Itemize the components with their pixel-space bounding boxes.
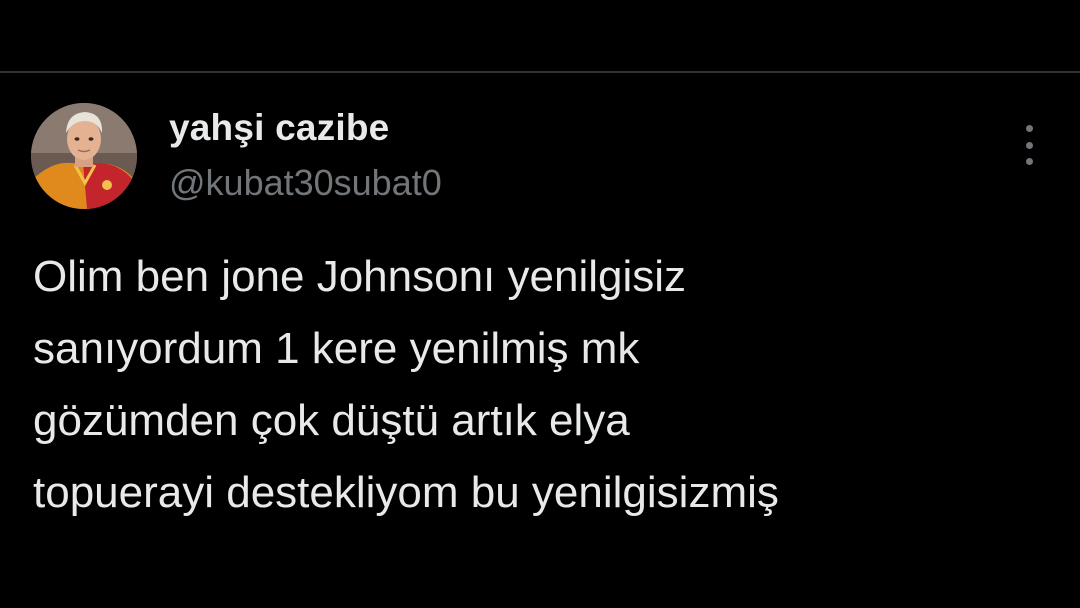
- tweet-text-line: Olim ben jone Johnsonı yenilgisiz: [33, 252, 687, 301]
- avatar[interactable]: [31, 103, 137, 209]
- display-name[interactable]: yahşi cazibe: [169, 107, 389, 149]
- tweet-text-line: topuerayi destekliyom bu yenilgisizmiş: [33, 468, 779, 517]
- tweet-text: Olim ben jone Johnsonı yenilgisiz sanıyo…: [33, 241, 1053, 529]
- user-handle[interactable]: @kubat30subat0: [169, 162, 442, 204]
- tweet-text-line: gözümden çok düştü artık elya: [33, 396, 630, 445]
- more-dot: [1025, 125, 1033, 132]
- tweet-text-line: sanıyordum 1 kere yenilmiş mk: [33, 324, 640, 373]
- more-options-icon[interactable]: [1012, 125, 1046, 165]
- avatar-image: [31, 103, 137, 209]
- more-dot: [1025, 158, 1033, 165]
- tweet-card[interactable]: yahşi cazibe @kubat30subat0 Olim ben jon…: [0, 73, 1080, 608]
- more-dot: [1025, 141, 1033, 149]
